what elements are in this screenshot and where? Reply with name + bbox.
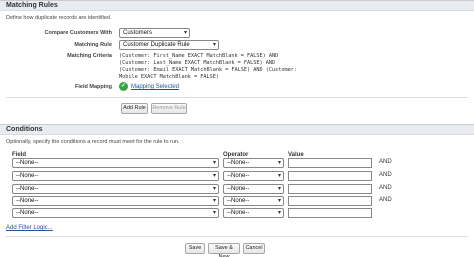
value-input[interactable] — [288, 158, 372, 168]
and-connector: AND — [379, 172, 392, 178]
field-select[interactable]: --None-- ▾ — [12, 196, 219, 206]
operator-select[interactable]: --None-- ▾ — [223, 158, 284, 168]
value-input[interactable] — [288, 208, 372, 218]
chevron-down-icon: ▾ — [277, 160, 281, 166]
chevron-down-icon: ▾ — [212, 210, 216, 216]
compare-with-select[interactable]: Customers ▾ — [119, 28, 190, 38]
matching-rule-select[interactable]: Customer Duplicate Rule ▾ — [119, 40, 219, 50]
chevron-down-icon: ▾ — [212, 173, 216, 179]
criteria-label: Matching Criteria — [67, 53, 112, 59]
matching-rule-value: Customer Duplicate Rule — [123, 42, 190, 48]
field-select[interactable]: --None-- ▾ — [12, 184, 219, 194]
value-input[interactable] — [288, 184, 372, 194]
criteria-line: (Customer: First_Name EXACT MatchBlank =… — [119, 53, 279, 59]
chevron-down-icon: ▾ — [212, 42, 216, 48]
chevron-down-icon: ▾ — [212, 160, 216, 166]
conditions-description: Optionally, specify the conditions a rec… — [6, 139, 180, 145]
field-select[interactable]: --None-- ▾ — [12, 208, 219, 218]
criteria-line: (Customer: Last_Name EXACT MatchBlank = … — [119, 60, 276, 66]
and-connector: AND — [379, 197, 392, 203]
field-select-value: --None-- — [16, 186, 39, 192]
operator-select[interactable]: --None-- ▾ — [223, 184, 284, 194]
criteria-line: (Customer: Email EXACT MatchBlank = FALS… — [119, 67, 298, 73]
operator-select[interactable]: --None-- ▾ — [223, 208, 284, 218]
chevron-down-icon: ▾ — [277, 173, 281, 179]
operator-select-value: --None-- — [227, 198, 250, 204]
operator-select-value: --None-- — [227, 210, 250, 216]
operator-select-value: --None-- — [227, 173, 250, 179]
save-button[interactable]: Save — [185, 243, 205, 254]
chevron-down-icon: ▾ — [277, 198, 281, 204]
and-connector: AND — [379, 185, 392, 191]
criteria-line: Mobile EXACT MatchBlank = FALSE) — [119, 74, 219, 80]
matching-rules-header: Matching Rules — [0, 0, 474, 11]
chevron-down-icon: ▾ — [183, 30, 187, 36]
compare-label: Compare Customers With — [44, 30, 113, 36]
chevron-down-icon: ▾ — [277, 186, 281, 192]
add-rule-button[interactable]: Add Rule — [121, 103, 148, 114]
field-select[interactable]: --None-- ▾ — [12, 171, 219, 181]
matching-rules-title: Matching Rules — [6, 2, 58, 9]
field-select[interactable]: --None-- ▾ — [12, 158, 219, 168]
chevron-down-icon: ▾ — [212, 186, 216, 192]
compare-with-value: Customers — [123, 30, 153, 36]
and-connector: AND — [379, 159, 392, 165]
operator-select[interactable]: --None-- ▾ — [223, 171, 284, 181]
cancel-button[interactable]: Cancel — [243, 243, 265, 254]
matching-rules-description: Define how duplicate records are identif… — [6, 15, 112, 21]
add-filter-logic-link[interactable]: Add Filter Logic... — [6, 225, 53, 231]
chevron-down-icon: ▾ — [277, 210, 281, 216]
remove-rule-button[interactable]: Remove Rule — [151, 103, 187, 114]
operator-select[interactable]: --None-- ▾ — [223, 196, 284, 206]
rule-label: Matching Rule — [74, 42, 112, 48]
field-select-value: --None-- — [16, 210, 39, 216]
conditions-title: Conditions — [6, 126, 43, 133]
divider — [6, 97, 468, 98]
mapping-selected-link[interactable]: Mapping Selected — [131, 84, 179, 90]
checkmark-icon: ✓ — [119, 82, 128, 91]
conditions-header: Conditions — [0, 124, 474, 135]
operator-select-value: --None-- — [227, 160, 250, 166]
field-select-value: --None-- — [16, 160, 39, 166]
field-select-value: --None-- — [16, 173, 39, 179]
operator-select-value: --None-- — [227, 186, 250, 192]
field-select-value: --None-- — [16, 198, 39, 204]
chevron-down-icon: ▾ — [212, 198, 216, 204]
field-mapping-label: Field Mapping — [75, 84, 112, 90]
divider — [6, 236, 468, 237]
value-input[interactable] — [288, 196, 372, 206]
value-input[interactable] — [288, 171, 372, 181]
save-and-new-button[interactable]: Save & New — [208, 243, 240, 257]
